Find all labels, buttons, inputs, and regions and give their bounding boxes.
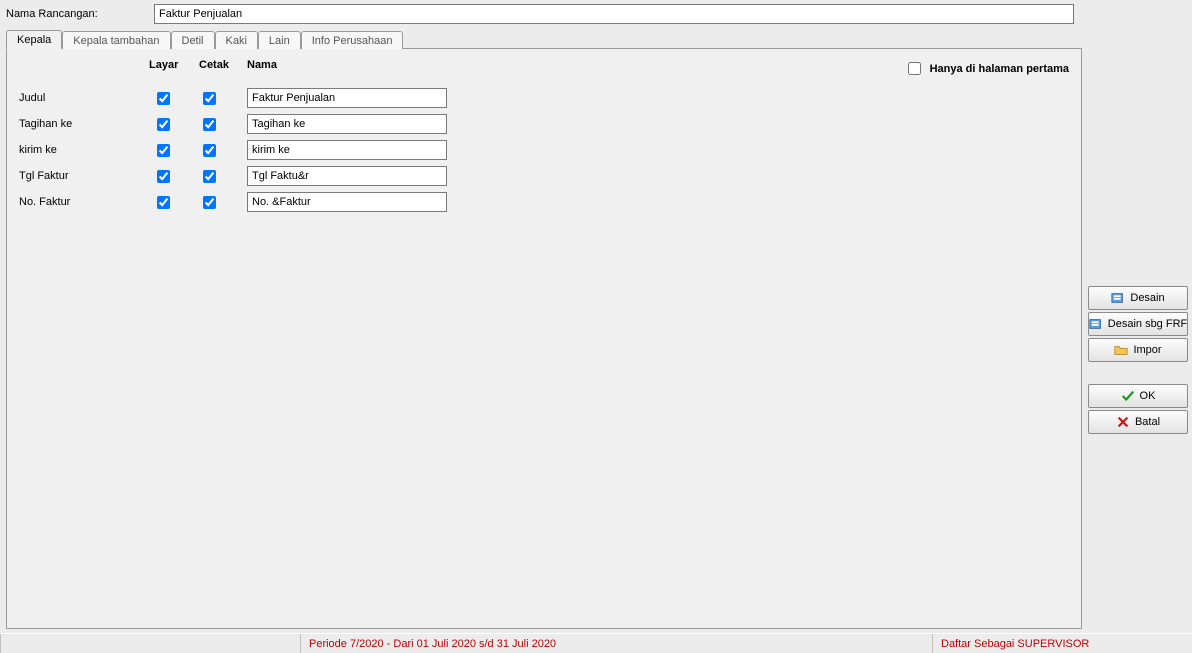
row-no-faktur-cetak-checkbox[interactable]	[203, 196, 216, 209]
check-icon	[1121, 389, 1135, 403]
batal-button[interactable]: Batal	[1088, 410, 1188, 434]
row-judul-layar-checkbox[interactable]	[157, 92, 170, 105]
desain-sbg-frf-button-label: Desain sbg FRF	[1108, 318, 1187, 330]
impor-button[interactable]: Impor	[1088, 338, 1188, 362]
impor-button-label: Impor	[1133, 344, 1161, 356]
row-tgl-faktur-input[interactable]	[247, 166, 447, 186]
tab-lain[interactable]: Lain	[258, 31, 301, 49]
row-tgl-faktur-cetak-checkbox[interactable]	[203, 170, 216, 183]
row-kirim-ke-layar-checkbox[interactable]	[157, 144, 170, 157]
desain-button-label: Desain	[1130, 292, 1164, 304]
tab-kepala-tambahan[interactable]: Kepala tambahan	[62, 31, 170, 49]
tab-body-kepala: Layar Cetak Nama Hanya di halaman pertam…	[6, 48, 1082, 629]
row-judul: Judul	[19, 85, 1069, 111]
tab-kaki[interactable]: Kaki	[215, 31, 258, 49]
batal-button-label: Batal	[1135, 416, 1160, 428]
row-kirim-ke: kirim ke	[19, 137, 1069, 163]
row-no-faktur-input[interactable]	[247, 192, 447, 212]
row-kirim-ke-cetak-checkbox[interactable]	[203, 144, 216, 157]
status-bar: Periode 7/2020 - Dari 01 Juli 2020 s/d 3…	[0, 633, 1192, 653]
tab-kepala[interactable]: Kepala	[6, 30, 62, 49]
desain-sbg-frf-button[interactable]: Desain sbg FRF	[1088, 312, 1188, 336]
nama-rancangan-label: Nama Rancangan:	[6, 8, 146, 20]
row-tagihan-ke: Tagihan ke	[19, 111, 1069, 137]
row-tagihan-ke-layar-checkbox[interactable]	[157, 118, 170, 131]
only-first-page-label: Hanya di halaman pertama	[930, 63, 1069, 75]
status-periode: Periode 7/2020 - Dari 01 Juli 2020 s/d 3…	[300, 634, 932, 653]
status-login: Daftar Sebagai SUPERVISOR	[932, 634, 1192, 653]
row-kirim-ke-label: kirim ke	[19, 144, 149, 156]
folder-open-icon	[1114, 343, 1128, 357]
row-judul-input[interactable]	[247, 88, 447, 108]
desain-button[interactable]: Desain	[1088, 286, 1188, 310]
header-nama: Nama	[247, 59, 277, 71]
row-tgl-faktur-label: Tgl Faktur	[19, 170, 149, 182]
row-tagihan-ke-cetak-checkbox[interactable]	[203, 118, 216, 131]
row-tagihan-ke-input[interactable]	[247, 114, 447, 134]
header-layar: Layar	[149, 59, 199, 71]
row-tagihan-ke-label: Tagihan ke	[19, 118, 149, 130]
row-tgl-faktur-layar-checkbox[interactable]	[157, 170, 170, 183]
row-no-faktur-label: No. Faktur	[19, 196, 149, 208]
only-first-page-checkbox[interactable]	[908, 62, 921, 75]
header-cetak: Cetak	[199, 59, 247, 71]
cross-icon	[1116, 415, 1130, 429]
row-kirim-ke-input[interactable]	[247, 140, 447, 160]
ok-button-label: OK	[1140, 390, 1156, 402]
row-judul-label: Judul	[19, 92, 149, 104]
design-frf-icon	[1089, 317, 1103, 331]
design-icon	[1111, 291, 1125, 305]
tab-info-perusahaan[interactable]: Info Perusahaan	[301, 31, 404, 49]
ok-button[interactable]: OK	[1088, 384, 1188, 408]
nama-rancangan-input[interactable]	[154, 4, 1074, 24]
row-no-faktur-layar-checkbox[interactable]	[157, 196, 170, 209]
row-no-faktur: No. Faktur	[19, 189, 1069, 215]
tab-detil[interactable]: Detil	[171, 31, 215, 49]
row-tgl-faktur: Tgl Faktur	[19, 163, 1069, 189]
row-judul-cetak-checkbox[interactable]	[203, 92, 216, 105]
